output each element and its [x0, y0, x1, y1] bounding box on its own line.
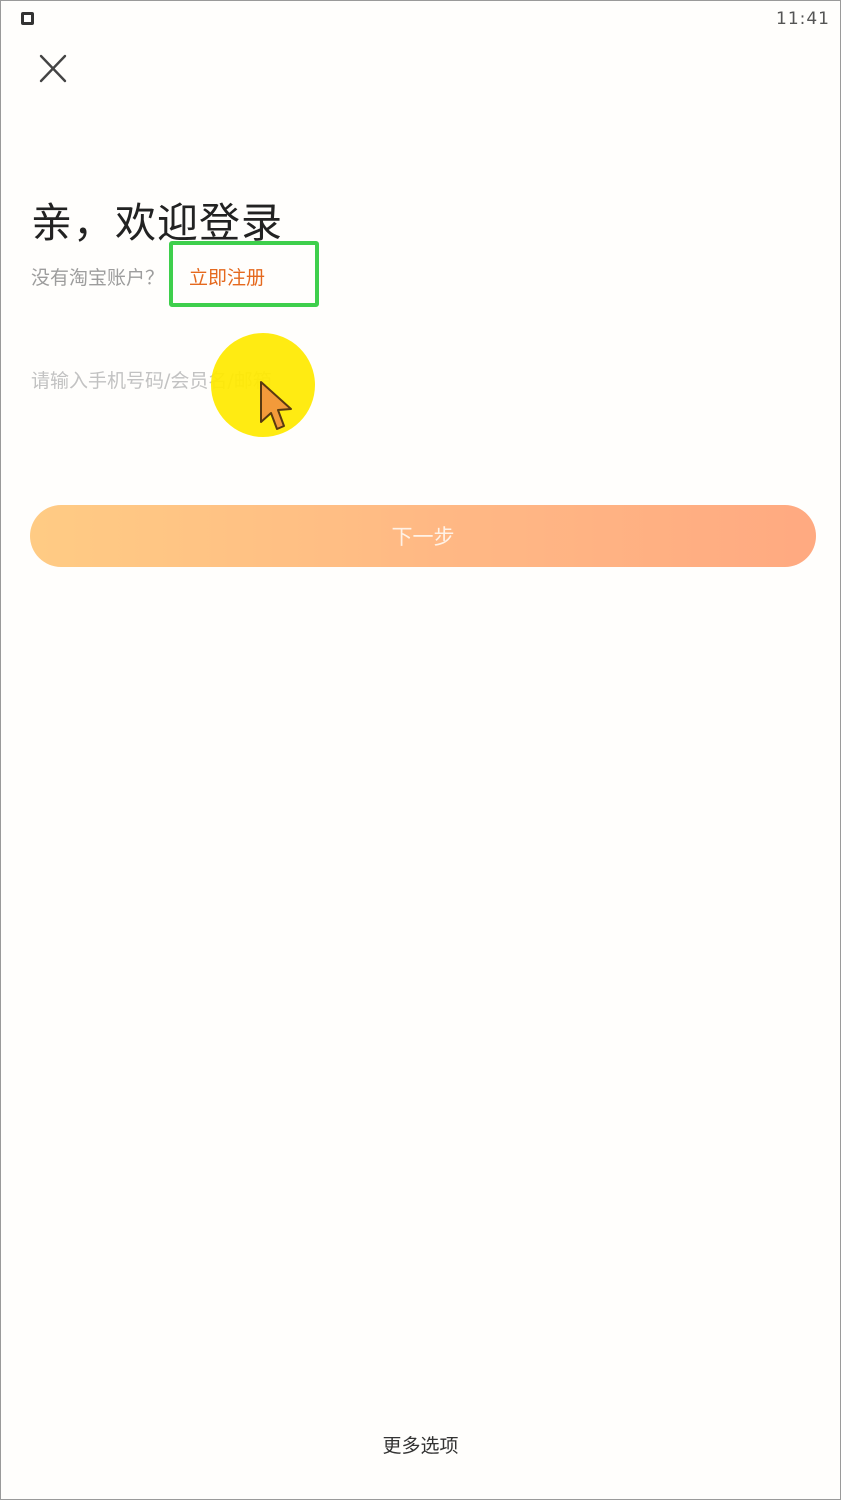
- next-button[interactable]: 下一步: [30, 505, 816, 567]
- more-options-link[interactable]: 更多选项: [1, 1431, 840, 1458]
- account-input[interactable]: [31, 361, 811, 401]
- status-bar: 11:41: [1, 1, 840, 41]
- status-time: 11:41: [776, 9, 830, 29]
- close-button[interactable]: [33, 51, 73, 87]
- notification-square-icon: [21, 12, 34, 25]
- no-account-text: 没有淘宝账户？: [31, 267, 165, 289]
- register-link[interactable]: 立即注册: [189, 263, 265, 290]
- app-window: 11:41 亲，欢迎登录 没有淘宝账户？ 立即注册 下一步 更多选项: [0, 0, 841, 1500]
- register-prompt: 没有淘宝账户？ 立即注册: [31, 263, 265, 291]
- close-icon: [39, 54, 67, 83]
- page-title: 亲，欢迎登录: [31, 199, 283, 247]
